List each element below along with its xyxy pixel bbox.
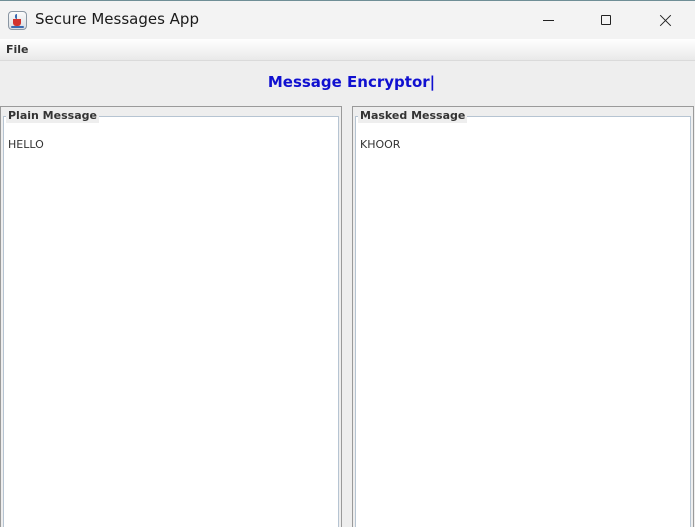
minimize-icon (542, 19, 554, 21)
masked-message-textarea[interactable]: KHOOR (360, 138, 686, 527)
minimize-button[interactable] (519, 1, 577, 39)
menu-file[interactable]: File (5, 43, 30, 56)
masked-message-box: KHOOR (355, 116, 691, 527)
maximize-icon (601, 15, 611, 25)
close-icon (659, 14, 672, 27)
close-button[interactable] (636, 1, 694, 39)
java-cup-icon (8, 11, 27, 30)
app-window: Secure Messages App File Message Encrypt… (0, 0, 695, 527)
plain-message-title: Plain Message (6, 109, 99, 123)
menu-bar: File (0, 39, 695, 61)
masked-message-title: Masked Message (358, 109, 468, 123)
window-title: Secure Messages App (35, 10, 199, 28)
plain-message-textarea[interactable]: HELLO (8, 138, 334, 527)
masked-message-panel: KHOOR Masked Message (352, 106, 694, 527)
page-title: Message Encryptor| (267, 73, 436, 91)
plain-message-box: HELLO (3, 116, 339, 527)
heading-bar: Message Encryptor| (0, 61, 695, 103)
maximize-button[interactable] (577, 1, 635, 39)
plain-message-panel: HELLO Plain Message (0, 106, 342, 527)
title-bar[interactable]: Secure Messages App (0, 0, 695, 39)
